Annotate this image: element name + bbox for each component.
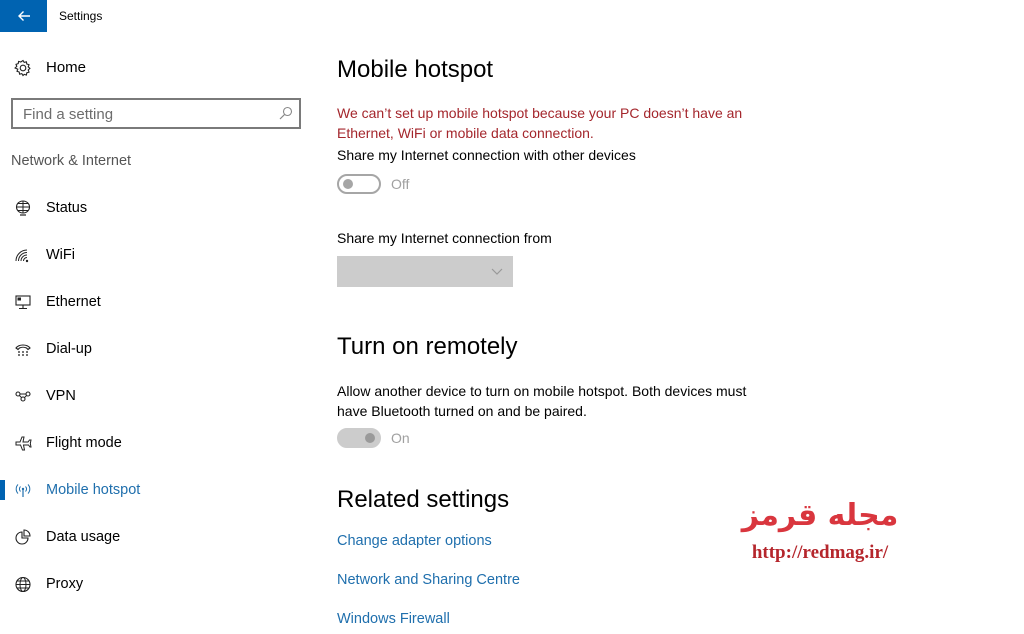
sidebar: Home Network & Internet Status WiFi: [0, 32, 320, 634]
sidebar-item-dialup[interactable]: Dial-up: [0, 329, 310, 369]
windows-firewall-link[interactable]: Windows Firewall: [337, 611, 450, 627]
sidebar-item-label: Proxy: [46, 576, 84, 592]
sidebar-item-status[interactable]: Status: [0, 188, 310, 228]
back-button[interactable]: [0, 0, 47, 32]
remote-title: Turn on remotely: [337, 333, 518, 360]
watermark-text: مجله قرمز: [741, 498, 899, 533]
sidebar-item-label: Flight mode: [46, 435, 122, 451]
remote-toggle[interactable]: [337, 428, 381, 448]
sidebar-item-label: Status: [46, 200, 88, 216]
sidebar-item-label: WiFi: [46, 247, 75, 263]
hotspot-icon: [15, 484, 31, 497]
sidebar-item-data-usage[interactable]: Data usage: [0, 517, 310, 557]
network-sharing-centre-link[interactable]: Network and Sharing Centre: [337, 572, 520, 588]
wifi-icon: [15, 249, 29, 263]
chevron-down-icon: [491, 268, 503, 275]
related-title: Related settings: [337, 486, 510, 513]
watermark: مجله قرمز http://redmag.ir/: [725, 496, 915, 564]
toggle-knob: [365, 433, 375, 443]
pie-chart-icon: [15, 529, 31, 545]
remote-toggle-state: On: [391, 430, 410, 446]
toggle-knob: [343, 179, 353, 189]
sidebar-home-label: Home: [46, 59, 87, 76]
share-toggle-state: Off: [391, 176, 410, 192]
change-adapter-options-link[interactable]: Change adapter options: [337, 533, 492, 549]
sidebar-item-label: Dial-up: [46, 341, 92, 357]
sidebar-item-label: VPN: [46, 388, 76, 404]
share-from-label: Share my Internet connection from: [337, 230, 552, 246]
sidebar-item-wifi[interactable]: WiFi: [0, 235, 310, 275]
share-label: Share my Internet connection with other …: [337, 147, 636, 163]
globe-icon: [15, 576, 31, 593]
vpn-icon: [15, 391, 31, 402]
sidebar-item-flight-mode[interactable]: Flight mode: [0, 423, 310, 463]
sidebar-item-label: Data usage: [46, 529, 121, 545]
active-indicator: [0, 480, 5, 500]
share-toggle[interactable]: [337, 174, 381, 194]
main-content: Mobile hotspot We can’t set up mobile ho…: [337, 0, 1024, 634]
sidebar-item-vpn[interactable]: VPN: [0, 376, 310, 416]
arrow-left-icon: [17, 11, 30, 21]
search-icon[interactable]: [279, 106, 293, 120]
sidebar-item-ethernet[interactable]: Ethernet: [0, 282, 310, 322]
app-title: Settings: [59, 9, 103, 23]
section-label: Network & Internet: [11, 153, 132, 169]
gear-icon: [14, 59, 31, 77]
sidebar-item-label: Mobile hotspot: [46, 482, 141, 498]
sidebar-home[interactable]: Home: [0, 52, 310, 82]
globe-status-icon: [15, 200, 31, 216]
sidebar-item-proxy[interactable]: Proxy: [0, 564, 310, 604]
airplane-icon: [15, 436, 32, 451]
search-input[interactable]: [23, 104, 273, 124]
sidebar-item-mobile-hotspot[interactable]: Mobile hotspot: [0, 470, 310, 510]
error-message: We can’t set up mobile hotspot because y…: [337, 105, 743, 141]
watermark-url: http://redmag.ir/: [751, 542, 889, 563]
ethernet-icon: [15, 295, 31, 310]
share-from-dropdown[interactable]: [337, 256, 513, 287]
search-box[interactable]: [11, 98, 301, 129]
page-title: Mobile hotspot: [337, 56, 494, 83]
sidebar-item-label: Ethernet: [46, 294, 101, 310]
remote-description: Allow another device to turn on mobile h…: [337, 383, 747, 419]
dialup-phone-icon: [15, 344, 31, 356]
